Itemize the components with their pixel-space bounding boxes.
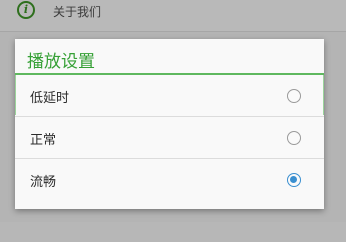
radio-button-selected[interactable] bbox=[287, 173, 301, 187]
settings-list-bottom bbox=[0, 222, 346, 242]
about-label: 关于我们 bbox=[53, 5, 102, 19]
playback-settings-dialog: 播放设置 低延时 正常 流畅 bbox=[15, 39, 324, 209]
option-low-latency[interactable]: 低延时 bbox=[15, 75, 324, 117]
settings-item-about: i 关于我们 bbox=[0, 0, 346, 32]
option-list: 低延时 正常 流畅 bbox=[15, 75, 324, 201]
dialog-title: 播放设置 bbox=[27, 52, 95, 72]
radio-button[interactable] bbox=[287, 89, 301, 103]
option-label: 低延时 bbox=[30, 91, 70, 106]
radio-button[interactable] bbox=[287, 131, 301, 145]
info-icon: i bbox=[17, 1, 35, 19]
option-smooth[interactable]: 流畅 bbox=[15, 159, 324, 201]
option-normal[interactable]: 正常 bbox=[15, 117, 324, 159]
option-label: 流畅 bbox=[30, 175, 57, 190]
divider bbox=[0, 31, 346, 32]
option-label: 正常 bbox=[30, 133, 57, 148]
